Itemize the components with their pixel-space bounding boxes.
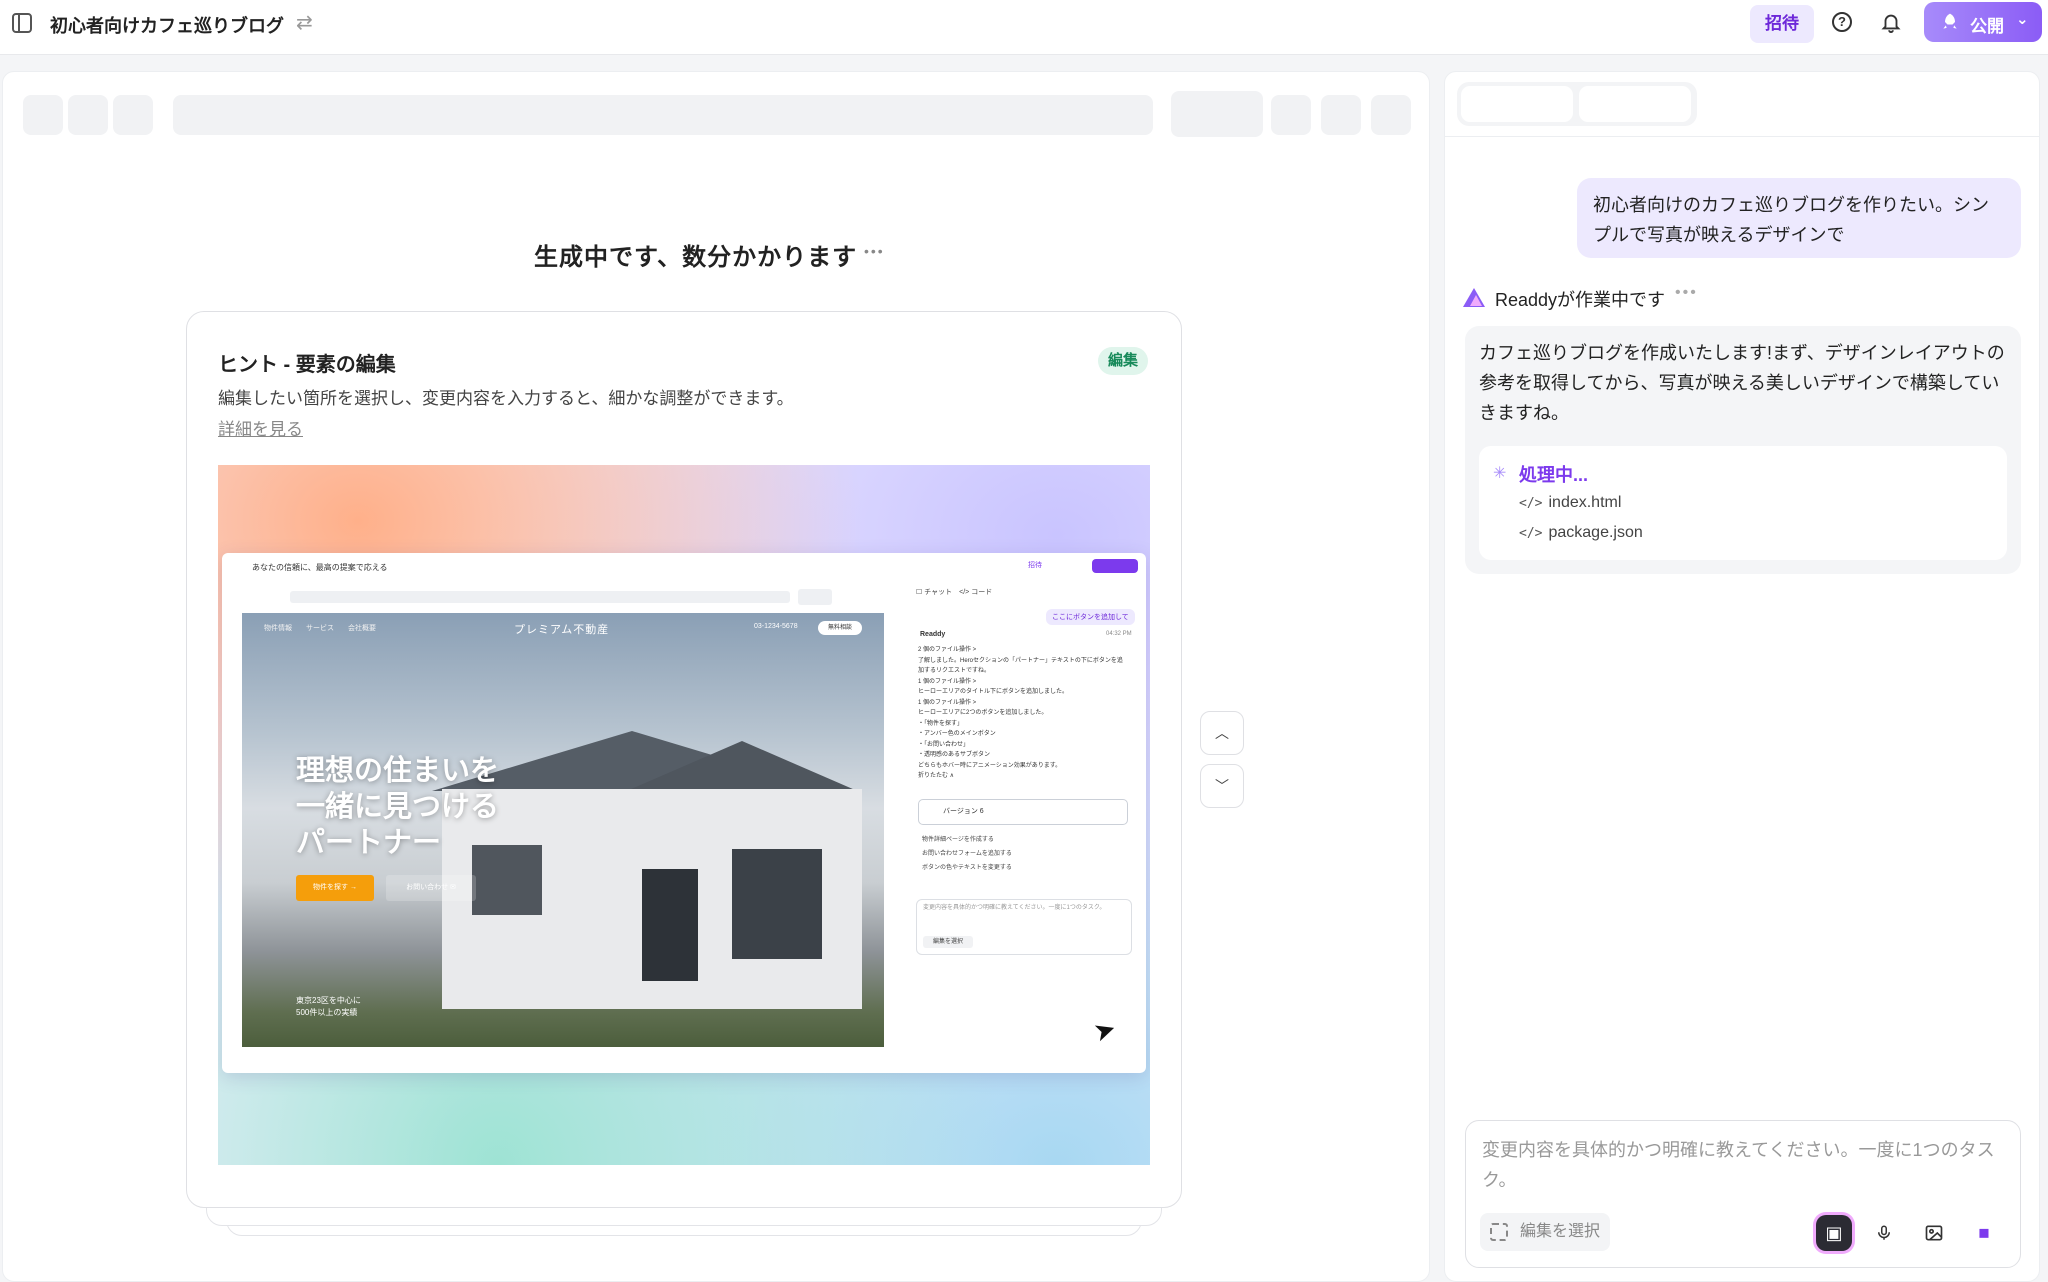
tab-chat[interactable]: [1461, 86, 1573, 122]
project-title[interactable]: 初心者向けカフェ巡りブログ: [50, 12, 284, 38]
scroll-down-button[interactable]: ﹀: [1200, 764, 1244, 808]
hint-badge: 編集: [1098, 347, 1148, 375]
skeleton-toolbar-button: [68, 95, 108, 135]
ai-message-text: カフェ巡りブログを作成いたします!まず、デザインレイアウトの参考を取得してから、…: [1479, 343, 2005, 423]
loading-dots: •••: [864, 243, 885, 259]
code-icon: </>: [1519, 496, 1543, 511]
scroll-up-button[interactable]: ︿: [1200, 711, 1244, 755]
house-roof: [622, 741, 862, 793]
skeleton-toolbar-button: [1271, 95, 1311, 135]
demo-ai-name: Readdy: [920, 631, 946, 638]
demo-chat-tabs: ☐ チャット </> コード: [916, 589, 993, 596]
file-name: index.html: [1548, 494, 1622, 511]
demo-timestamp: 04:32 PM: [1106, 631, 1132, 637]
select-element-label: 編集を選択: [1520, 1223, 1601, 1240]
ai-message: カフェ巡りブログを作成いたします!まず、デザインレイアウトの参考を取得してから、…: [1465, 326, 2021, 574]
house-door: [642, 869, 698, 981]
demo-hero-phone: 03-1234-5678: [754, 623, 798, 630]
box-icon: ▣: [1825, 1223, 1843, 1243]
swap-icon[interactable]: ⇄: [296, 10, 313, 35]
chat-input-box[interactable]: 変更内容を具体的かつ明確に教えてください。一度に1つのタスク。 編集を選択 ▣ …: [1465, 1120, 2021, 1268]
hint-demo-image: あなたの信頼に、最高の提案で応える 招待 物件情報 サービス 会社概要 プレミア…: [218, 465, 1150, 1165]
demo-window-title: あなたの信頼に、最高の提案で応える: [252, 563, 388, 572]
user-message: 初心者向けのカフェ巡りブログを作りたい。シンプルで写真が映えるデザインで: [1577, 178, 2021, 258]
top-bar: 初心者向けカフェ巡りブログ ⇄ 招待 ? 公開 ⌄: [0, 0, 2048, 55]
image-icon: [1925, 1225, 1943, 1241]
demo-input-placeholder: 変更内容を具体的かつ明確に教えてください。一度に1つのタスク。: [923, 905, 1106, 911]
chevron-down-icon: ﹀: [1215, 778, 1229, 794]
tab-code[interactable]: [1579, 86, 1691, 122]
demo-user-bubble: ここにボタンを追加して: [1046, 609, 1135, 625]
image-upload-button[interactable]: [1916, 1215, 1952, 1251]
demo-skeleton-button: [798, 589, 832, 605]
demo-hero-brand: プレミアム不動産: [514, 624, 610, 636]
panel-toggle-icon[interactable]: [12, 13, 32, 33]
demo-skeleton-bar: [290, 591, 790, 603]
demo-hero-cta: 無料相談: [818, 621, 862, 635]
stop-icon: ⏹: [1978, 1220, 1990, 1245]
demo-ai-response: 2 個のファイル操作 > 了解しました。Heroセクションの「パートナー」テキス…: [918, 647, 1123, 779]
hint-card: ヒント - 要素の編集 編集 編集したい箇所を選択し、変更内容を入力すると、細か…: [186, 311, 1182, 1208]
hint-description: 編集したい箇所を選択し、変更内容を入力すると、細かな調整ができます。: [218, 389, 794, 408]
demo-hero-footnote: 東京23区を中心に 500件以上の実績: [296, 996, 361, 1017]
select-element-icon: [1490, 1223, 1508, 1241]
demo-app-window: あなたの信頼に、最高の提案で応える 招待 物件情報 サービス 会社概要 プレミア…: [222, 553, 1146, 1073]
chat-tab-bar: [1457, 82, 1697, 126]
chevron-down-icon: ⌄: [2016, 11, 2029, 28]
chat-input-placeholder[interactable]: 変更内容を具体的かつ明確に教えてください。一度に1つのタスク。: [1482, 1135, 2002, 1195]
demo-edit-select-button: 編集を選択: [923, 936, 973, 948]
help-icon[interactable]: ?: [1832, 12, 1852, 32]
microphone-icon: [1878, 1225, 1890, 1240]
demo-invite: 招待: [1028, 562, 1042, 569]
publish-button[interactable]: 公開 ⌄: [1924, 2, 2042, 42]
skeleton-toolbar-button: [113, 95, 153, 135]
skeleton-toolbar-button: [1371, 95, 1411, 135]
rocket-icon: [1943, 13, 1957, 29]
attach-component-button[interactable]: ▣: [1816, 1215, 1852, 1251]
demo-chat-panel: ☐ チャット </> コード ここにボタンを追加して Readdy 04:32 …: [912, 587, 1136, 1063]
demo-secondary-button: お問い合わせ ✉: [386, 875, 476, 901]
stop-generation-button[interactable]: ⏹: [1966, 1215, 2002, 1251]
details-link[interactable]: 詳細を見る: [218, 415, 303, 440]
demo-hero-headline: 理想の住まいを 一緒に見つける パートナー: [296, 755, 500, 859]
hint-title: ヒント - 要素の編集: [218, 354, 396, 376]
demo-publish-button: [1092, 559, 1138, 573]
skeleton-toolbar-button: [23, 95, 63, 135]
spinner-icon: ✳: [1493, 465, 1507, 482]
divider: [1445, 136, 2039, 137]
skeleton-toolbar-button: [1321, 95, 1361, 135]
bell-icon[interactable]: [1880, 11, 1902, 33]
ai-status: Readdyが作業中です: [1495, 290, 1666, 310]
demo-version-box: バージョン 6: [918, 799, 1128, 825]
processing-box: ✳ 処理中... </> index.html </> package.json: [1479, 446, 2007, 560]
invite-button[interactable]: 招待: [1750, 5, 1814, 43]
microphone-button[interactable]: [1866, 1215, 1902, 1251]
select-element-button[interactable]: 編集を選択: [1480, 1213, 1610, 1251]
chat-panel: 初心者向けのカフェ巡りブログを作りたい。シンプルで写真が映えるデザインで Rea…: [1444, 71, 2040, 1282]
demo-hero-nav: 物件情報 サービス 会社概要: [264, 625, 376, 632]
demo-primary-button: 物件を探す →: [296, 875, 374, 901]
demo-suggestions: 物件詳細ページを作成する お問い合わせフォームを追加する ボタンの色やテキストを…: [922, 837, 1012, 871]
generating-message: 生成中です、数分かかります: [534, 244, 858, 271]
processing-label: 処理中...: [1519, 465, 1589, 485]
typing-dots: •••: [1675, 284, 1698, 301]
publish-label: 公開: [1970, 17, 2004, 36]
file-item[interactable]: </> package.json: [1519, 524, 1643, 542]
chevron-up-icon: ︿: [1215, 725, 1229, 741]
skeleton-address-bar: [173, 95, 1153, 135]
readdy-logo-icon: [1463, 288, 1485, 307]
code-icon: </>: [1519, 526, 1543, 541]
file-name: package.json: [1548, 524, 1643, 541]
skeleton-toolbar-button: [1171, 91, 1263, 137]
house-window: [732, 849, 822, 959]
demo-hero-section: 物件情報 サービス 会社概要 プレミアム不動産 03-1234-5678 無料相…: [242, 613, 884, 1047]
file-item[interactable]: </> index.html: [1519, 494, 1621, 512]
demo-chat-input: 変更内容を具体的かつ明確に教えてください。一度に1つのタスク。 編集を選択: [916, 899, 1132, 955]
